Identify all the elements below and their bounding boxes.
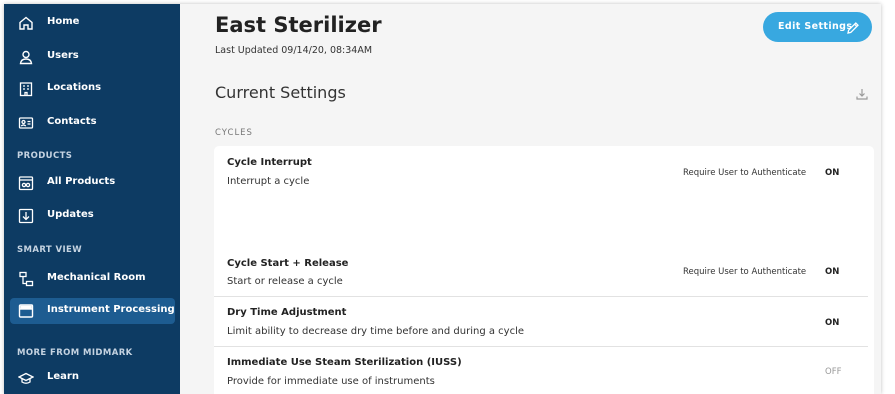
smart-view-heading: SMART VIEW: [17, 245, 83, 255]
app-window: Home Users Locations Contacts PRODUCTS A…: [4, 4, 881, 394]
home-icon: [18, 15, 34, 31]
page-title: East Sterilizer: [215, 13, 382, 37]
products-heading: PRODUCTS: [17, 151, 73, 161]
sidebar-item-contacts[interactable]: Contacts: [10, 110, 175, 136]
sidebar-item-label: All Products: [47, 176, 116, 187]
section-title: Current Settings: [215, 83, 346, 102]
more-heading: MORE FROM MIDMARK: [17, 348, 133, 358]
edit-settings-label: Edit Settings: [778, 21, 853, 32]
cycles-label: CYCLES: [215, 128, 253, 138]
row-divider: [214, 346, 868, 347]
sidebar-item-locations[interactable]: Locations: [10, 76, 175, 102]
sidebar-item-home[interactable]: Home: [10, 10, 175, 36]
row-divider: [214, 296, 868, 297]
sidebar-item-label: Updates: [47, 209, 94, 220]
setting-requirement: Require User to Authenticate: [683, 267, 807, 277]
sidebar-item-label: Instrument Processing: [47, 304, 175, 315]
products-icon: [18, 175, 34, 191]
main-content: East Sterilizer Last Updated 09/14/20, 0…: [180, 4, 881, 394]
setting-title: Cycle Interrupt: [227, 157, 312, 168]
contact-card-icon: [18, 115, 34, 131]
sidebar-item-label: Locations: [47, 82, 102, 93]
setting-title: Dry Time Adjustment: [227, 307, 347, 318]
setting-description: Limit ability to decrease dry time befor…: [227, 326, 524, 337]
sidebar-item-users[interactable]: Users: [10, 44, 175, 70]
download-box-icon: [18, 208, 34, 224]
edit-settings-button[interactable]: Edit Settings: [763, 12, 872, 42]
setting-title: Cycle Start + Release: [227, 258, 349, 269]
setting-status-toggle[interactable]: ON: [825, 168, 839, 178]
sidebar-item-updates[interactable]: Updates: [10, 203, 175, 229]
setting-requirement: Require User to Authenticate: [683, 168, 807, 178]
building-icon: [18, 81, 34, 97]
sidebar-item-learn[interactable]: Learn: [10, 365, 175, 391]
setting-status-toggle[interactable]: ON: [825, 267, 839, 277]
setting-description: Interrupt a cycle: [227, 176, 310, 187]
last-updated-text: Last Updated 09/14/20, 08:34AM: [215, 45, 373, 56]
sidebar-item-label: Users: [47, 50, 79, 61]
sidebar-item-label: Home: [47, 16, 80, 27]
graduation-cap-icon: [18, 370, 34, 386]
sidebar-item-mechanical-room[interactable]: Mechanical Room: [10, 266, 175, 292]
setting-status-toggle[interactable]: ON: [825, 318, 839, 328]
setting-status-toggle[interactable]: OFF: [825, 367, 841, 377]
sidebar-item-label: Contacts: [47, 116, 97, 127]
window-icon: [18, 303, 34, 319]
sidebar-item-all-products[interactable]: All Products: [10, 170, 175, 196]
sidebar-item-instrument-processing[interactable]: Instrument Processing: [10, 298, 175, 324]
settings-card: Cycle Interrupt Interrupt a cycle Requir…: [214, 146, 874, 394]
sidebar-item-label: Learn: [47, 371, 79, 382]
pencil-icon: [846, 20, 860, 34]
user-icon: [18, 49, 34, 65]
download-icon[interactable]: [855, 86, 869, 100]
setting-description: Provide for immediate use of instruments: [227, 376, 435, 387]
network-icon: [18, 271, 34, 287]
sidebar-item-label: Mechanical Room: [47, 272, 146, 283]
setting-title: Immediate Use Steam Sterilization (IUSS): [227, 357, 462, 368]
sidebar: Home Users Locations Contacts PRODUCTS A…: [4, 4, 180, 394]
setting-description: Start or release a cycle: [227, 276, 343, 287]
